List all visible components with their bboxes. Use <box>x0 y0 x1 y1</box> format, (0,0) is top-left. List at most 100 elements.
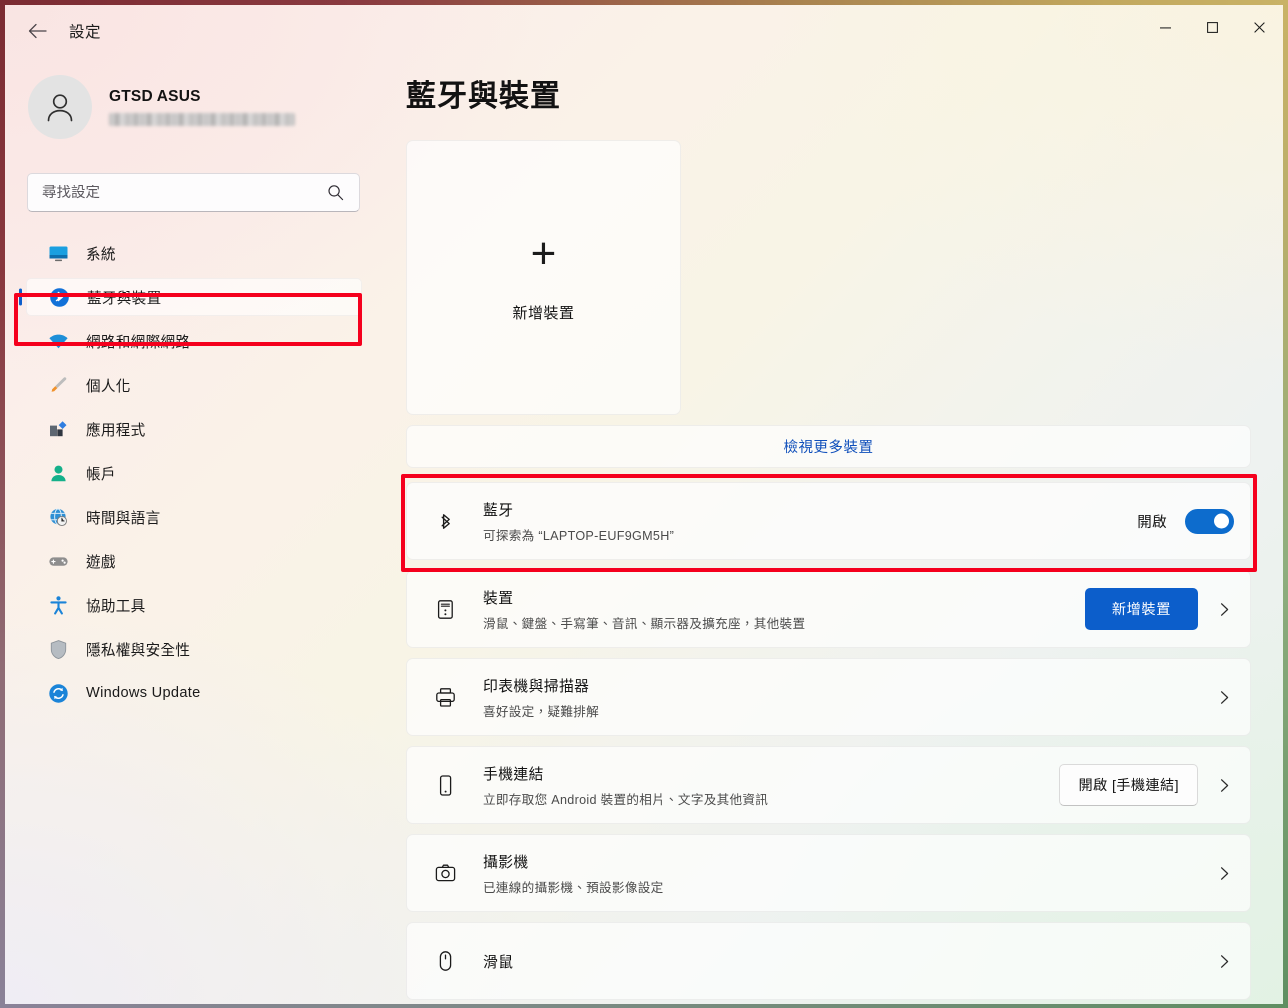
sidebar-item-gaming[interactable]: 遊戲 <box>26 542 362 580</box>
open-phone-link-button[interactable]: 開啟 [手機連結] <box>1059 764 1198 806</box>
row-bluetooth[interactable]: 藍牙 可探索為 “LAPTOP-EUF9GM5H” 開啟 <box>406 482 1251 560</box>
window-border-bottom <box>0 1004 1288 1008</box>
chevron-right-icon[interactable] <box>1214 866 1234 881</box>
row-title: 印表機與掃描器 <box>483 678 590 695</box>
profile-text: GTSD ASUS <box>109 88 295 126</box>
sidebar-item-label: 個人化 <box>86 378 131 395</box>
avatar <box>28 75 92 139</box>
main-content: 藍牙與裝置 + 新增裝置 檢視更多裝置 藍牙 可探索為 “LAPTOP-EUF9… <box>380 57 1283 1004</box>
plus-icon: + <box>530 229 557 278</box>
search-input[interactable] <box>28 184 327 201</box>
row-title: 攝影機 <box>483 854 529 871</box>
add-device-card[interactable]: + 新增裝置 <box>406 140 681 415</box>
row-subtitle: 立即存取您 Android 裝置的相片、文字及其他資訊 <box>483 792 769 807</box>
row-title: 手機連結 <box>483 766 544 783</box>
row-subtitle: 可探索為 “LAPTOP-EUF9GM5H” <box>483 528 675 543</box>
row-phone-link[interactable]: 手機連結 立即存取您 Android 裝置的相片、文字及其他資訊 開啟 [手機連… <box>406 746 1251 824</box>
account-icon <box>47 462 69 484</box>
sidebar-item-privacy-security[interactable]: 隱私權與安全性 <box>26 630 362 668</box>
sidebar-item-network-internet[interactable]: 網路和網際網路 <box>26 322 362 360</box>
sidebar-item-bluetooth-devices[interactable]: 藍牙與裝置 <box>26 278 362 316</box>
mouse-icon <box>429 950 461 973</box>
app-title: 設定 <box>69 24 102 41</box>
sidebar-item-accounts[interactable]: 帳戶 <box>26 454 362 492</box>
settings-window: 設定 GTSD ASUS 尋找設定 系統 藍牙與裝置 網路和網際網路 個人化 應… <box>0 0 1288 1008</box>
sidebar-item-label: 網路和網際網路 <box>86 334 191 351</box>
close-button[interactable] <box>1236 5 1283 49</box>
row-phone-link-controls: 開啟 [手機連結] <box>1059 764 1234 806</box>
apps-icon <box>47 418 69 440</box>
sidebar: GTSD ASUS 尋找設定 系統 藍牙與裝置 網路和網際網路 個人化 應用程式… <box>5 57 380 1004</box>
row-printers-scanners[interactable]: 印表機與掃描器 喜好設定，疑難排解 <box>406 658 1251 736</box>
row-cameras-texts: 攝影機 已連線的攝影機、預設影像設定 <box>483 851 1214 896</box>
printer-icon <box>429 686 461 709</box>
close-icon <box>1254 21 1265 33</box>
paintbrush-icon <box>47 374 69 396</box>
accessibility-icon <box>47 594 69 616</box>
sidebar-item-label: 應用程式 <box>86 422 146 439</box>
chevron-right-icon[interactable] <box>1214 954 1234 969</box>
view-more-devices-button[interactable]: 檢視更多裝置 <box>406 425 1251 468</box>
update-refresh-icon <box>47 682 69 704</box>
row-bluetooth-controls: 開啟 <box>1137 508 1234 534</box>
row-bluetooth-texts: 藍牙 可探索為 “LAPTOP-EUF9GM5H” <box>483 499 1137 544</box>
search-icon <box>327 184 344 201</box>
minimize-icon <box>1160 26 1171 28</box>
sidebar-item-label: 帳戶 <box>86 466 116 483</box>
monitor-icon <box>47 242 69 264</box>
row-subtitle: 滑鼠、鍵盤、手寫筆、音訊、顯示器及擴充座，其他裝置 <box>483 616 806 631</box>
window-border-top <box>0 0 1288 5</box>
sidebar-item-system[interactable]: 系統 <box>26 234 362 272</box>
shield-icon <box>47 638 69 660</box>
bluetooth-icon <box>429 510 461 533</box>
gamepad-icon <box>47 550 69 572</box>
row-mouse-controls <box>1214 954 1234 969</box>
minimize-button[interactable] <box>1142 5 1189 49</box>
row-mouse[interactable]: 滑鼠 <box>406 922 1251 1000</box>
title-bar: 設定 <box>5 5 1283 57</box>
phone-icon <box>429 774 461 797</box>
row-cameras[interactable]: 攝影機 已連線的攝影機、預設影像設定 <box>406 834 1251 912</box>
bluetooth-toggle-state-label: 開啟 <box>1137 514 1167 531</box>
row-devices-texts: 裝置 滑鼠、鍵盤、手寫筆、音訊、顯示器及擴充座，其他裝置 <box>483 587 1085 632</box>
row-devices-controls: 新增裝置 <box>1084 588 1234 630</box>
sidebar-item-label: 系統 <box>86 246 116 263</box>
window-border-right <box>1283 0 1288 1008</box>
page-title: 藍牙與裝置 <box>406 80 561 113</box>
sidebar-item-label: Windows Update <box>86 685 201 701</box>
wifi-icon <box>47 330 69 352</box>
person-icon <box>47 94 73 122</box>
row-printers-controls <box>1214 690 1234 705</box>
sidebar-item-personalization[interactable]: 個人化 <box>26 366 362 404</box>
bluetooth-toggle-group: 開啟 <box>1137 508 1234 534</box>
search-box[interactable] <box>27 173 360 212</box>
profile-card[interactable]: GTSD ASUS <box>22 67 352 147</box>
row-devices[interactable]: 裝置 滑鼠、鍵盤、手寫筆、音訊、顯示器及擴充座，其他裝置 新增裝置 <box>406 570 1251 648</box>
sidebar-item-apps[interactable]: 應用程式 <box>26 410 362 448</box>
sidebar-item-time-language[interactable]: 時間與語言 <box>26 498 362 536</box>
sidebar-item-accessibility[interactable]: 協助工具 <box>26 586 362 624</box>
row-subtitle: 喜好設定，疑難排解 <box>483 704 600 719</box>
maximize-button[interactable] <box>1189 5 1236 49</box>
bluetooth-toggle[interactable] <box>1185 508 1234 534</box>
bluetooth-icon <box>48 286 70 308</box>
sidebar-item-windows-update[interactable]: Windows Update <box>26 674 362 712</box>
sidebar-item-label: 隱私權與安全性 <box>86 642 191 659</box>
chevron-right-icon[interactable] <box>1214 602 1234 617</box>
row-mouse-texts: 滑鼠 <box>483 951 1214 972</box>
row-subtitle: 已連線的攝影機、預設影像設定 <box>483 880 664 895</box>
chevron-right-icon[interactable] <box>1214 690 1234 705</box>
profile-email-redacted <box>109 113 295 126</box>
add-device-button[interactable]: 新增裝置 <box>1084 588 1198 630</box>
window-border-left <box>0 0 5 1008</box>
sidebar-item-label: 藍牙與裝置 <box>87 290 162 307</box>
row-title: 裝置 <box>483 590 514 607</box>
row-printers-texts: 印表機與掃描器 喜好設定，疑難排解 <box>483 675 1214 720</box>
sidebar-item-label: 時間與語言 <box>86 510 161 527</box>
view-more-devices-label: 檢視更多裝置 <box>783 440 874 456</box>
maximize-icon <box>1207 21 1218 33</box>
clock-globe-icon <box>47 506 69 528</box>
chevron-right-icon[interactable] <box>1214 778 1234 793</box>
back-button[interactable] <box>19 13 55 49</box>
sidebar-nav: 系統 藍牙與裝置 網路和網際網路 個人化 應用程式 帳戶 時間與語言 遊戲 協助… <box>5 234 380 712</box>
